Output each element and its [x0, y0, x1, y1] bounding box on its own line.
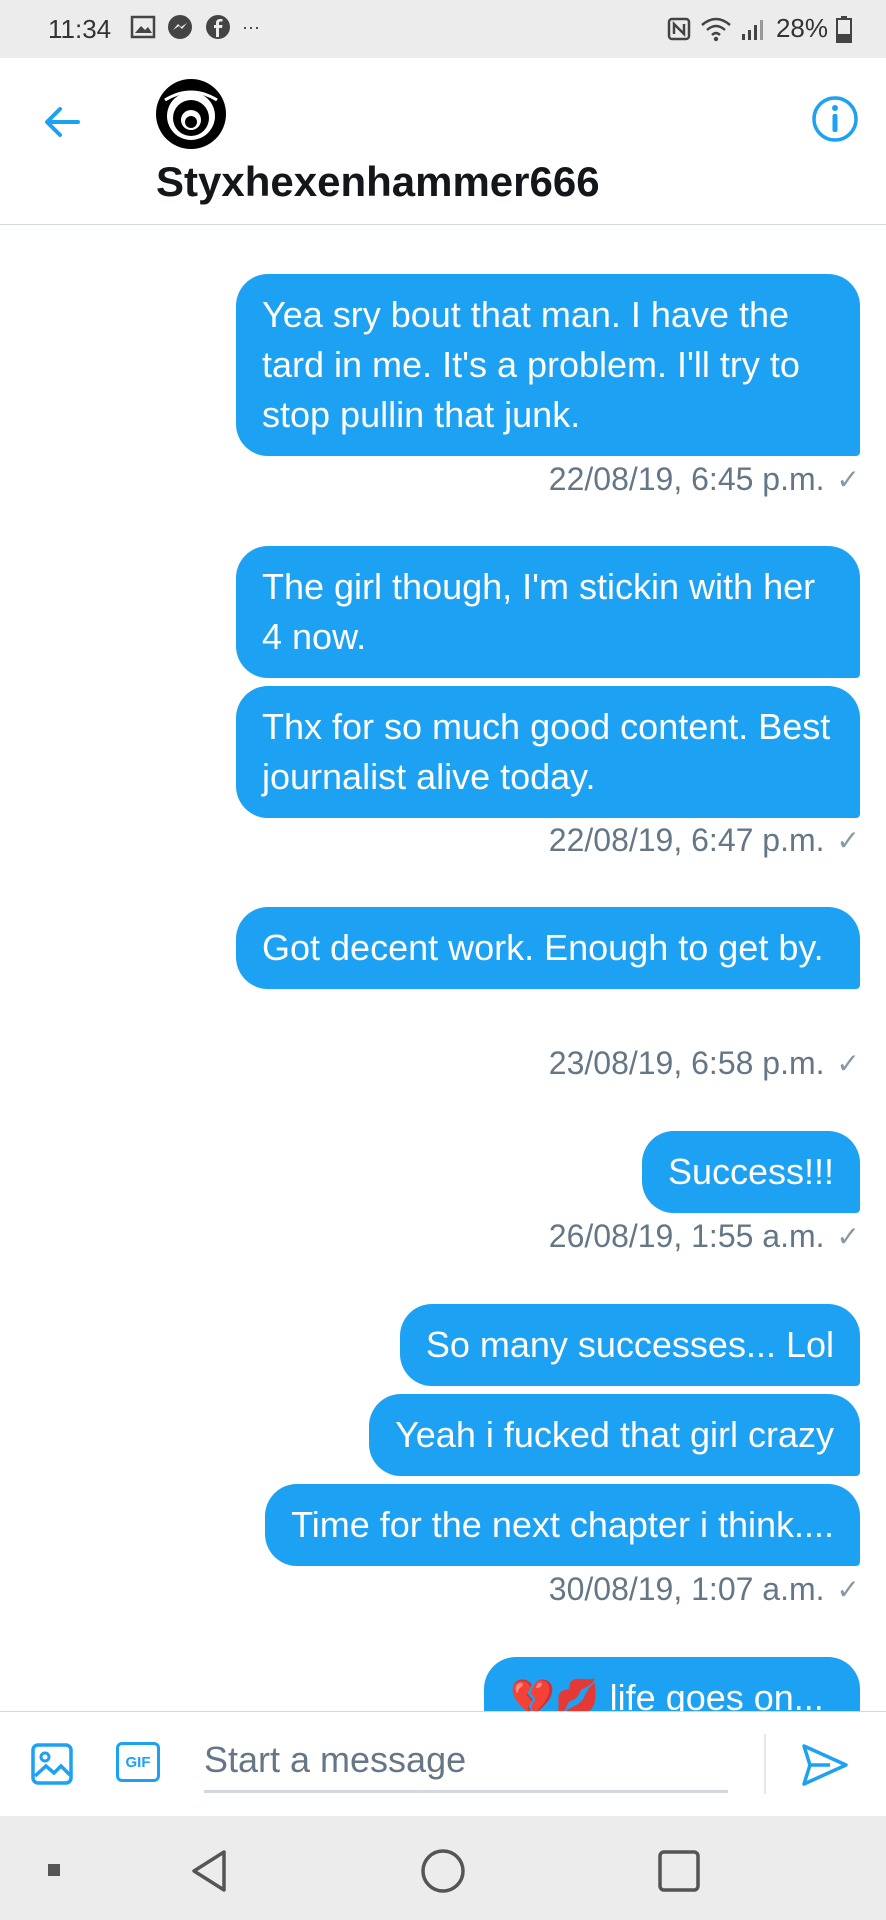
message-timestamp-cut: 00/00/00, 0:00 p.m.	[584, 225, 860, 238]
message-bubble[interactable]: 💔💋 life goes on...	[484, 1657, 860, 1711]
message-bubble[interactable]: Time for the next chapter i think....	[265, 1484, 860, 1566]
gif-icon[interactable]: GIF	[116, 1742, 160, 1782]
message-thread[interactable]: 00/00/00, 0:00 p.m. Yea sry bout that ma…	[0, 225, 886, 1711]
message-timestamp: 30/08/19, 1:07 a.m. ✓	[548, 1571, 860, 1607]
status-bar: 11:34 ··· 28%	[0, 0, 886, 58]
navigation-bar	[0, 1816, 886, 1920]
system-icons: 28%	[666, 13, 852, 44]
message-timestamp: 26/08/19, 1:55 a.m. ✓	[548, 1218, 860, 1254]
message-timestamp: 22/08/19, 6:45 p.m. ✓	[548, 461, 860, 497]
image-icon[interactable]	[30, 1742, 74, 1786]
status-time: 11:34	[48, 14, 112, 44]
nav-home-icon[interactable]	[420, 1848, 466, 1894]
sent-check-icon: ✓	[836, 464, 860, 495]
battery-icon	[836, 15, 852, 43]
message-input[interactable]	[204, 1730, 728, 1793]
nav-back-icon[interactable]	[186, 1848, 232, 1894]
message-bubble[interactable]: The girl though, I'm stickin with her 4 …	[236, 546, 860, 678]
nfc-icon	[667, 17, 691, 40]
avatar[interactable]	[155, 78, 227, 150]
facebook-notification-icon	[206, 15, 230, 39]
back-arrow-icon[interactable]	[40, 100, 84, 144]
broken-heart-emoji-icon: 💔	[510, 1677, 555, 1711]
nav-indicator	[48, 1864, 60, 1876]
wifi-icon	[701, 17, 731, 41]
composer-divider	[764, 1734, 766, 1794]
message-bubble[interactable]: Yea sry bout that man. I have the tard i…	[236, 274, 860, 456]
contact-name[interactable]: Styxhexenhammer666	[156, 158, 600, 206]
battery-percent: 28%	[775, 13, 828, 43]
messenger-notification-icon	[168, 15, 192, 39]
message-bubble[interactable]: Yeah i fucked that girl crazy	[369, 1394, 860, 1476]
signal-icon	[741, 19, 763, 40]
message-timestamp: 23/08/19, 6:58 p.m. ✓	[548, 1045, 860, 1081]
gallery-notification-icon	[130, 15, 156, 39]
message-timestamp: 22/08/19, 6:47 p.m. ✓	[548, 822, 860, 858]
send-icon[interactable]	[800, 1740, 850, 1790]
conversation-header: Styxhexenhammer666	[0, 58, 886, 225]
sent-check-icon: ✓	[836, 825, 860, 856]
message-bubble[interactable]: Got decent work. Enough to get by.	[236, 907, 860, 989]
sent-check-icon: ✓	[836, 1221, 860, 1252]
message-bubble[interactable]: So many successes... Lol	[399, 1304, 860, 1386]
sent-check-icon: ✓	[836, 1048, 860, 1079]
kiss-emoji-icon: 💋	[554, 1677, 600, 1711]
info-icon[interactable]	[810, 94, 860, 144]
more-notifications: ···	[242, 16, 260, 37]
message-composer: GIF	[0, 1711, 886, 1817]
notification-icons: ···	[130, 13, 260, 41]
message-bubble[interactable]: Success!!!	[641, 1131, 860, 1213]
nav-recents-icon[interactable]	[656, 1848, 702, 1894]
sent-check-icon: ✓	[836, 1574, 860, 1605]
message-bubble[interactable]: Thx for so much good content. Best journ…	[236, 686, 860, 818]
